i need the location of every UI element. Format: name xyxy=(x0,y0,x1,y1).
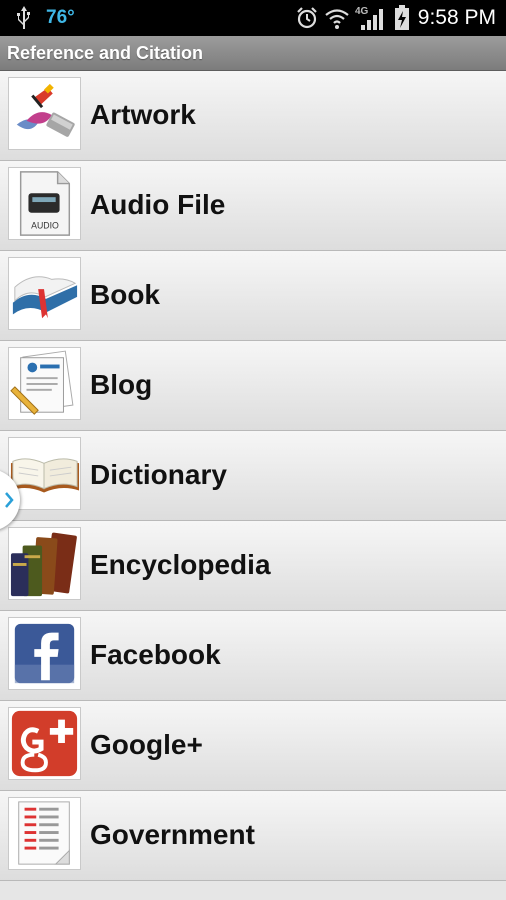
list-item-label: Government xyxy=(90,819,255,850)
list-item-label: Audio File xyxy=(90,189,226,220)
signal-4g-icon: 4G xyxy=(355,6,383,30)
status-left: 76° xyxy=(14,4,75,32)
encyclopedia-icon xyxy=(8,527,81,600)
list-item-book[interactable]: Book xyxy=(0,251,506,341)
blog-icon xyxy=(8,347,81,420)
list-item-encyclopedia[interactable]: Encyclopedia xyxy=(0,521,506,611)
government-icon xyxy=(8,797,81,870)
book-icon xyxy=(8,257,81,330)
list-item-government[interactable]: Government xyxy=(0,791,506,881)
svg-text:4G: 4G xyxy=(355,6,369,17)
audio-file-icon: AUDIO xyxy=(8,167,81,240)
google-plus-icon xyxy=(8,707,81,780)
list-item-dictionary[interactable]: Dictionary xyxy=(0,431,506,521)
temperature-text: 76° xyxy=(46,7,75,28)
chevron-right-icon xyxy=(5,492,14,508)
page-title: Reference and Citation xyxy=(7,43,204,63)
list-item-label: Dictionary xyxy=(90,459,227,490)
list-item-facebook[interactable]: Facebook xyxy=(0,611,506,701)
list-item-label: Facebook xyxy=(90,639,221,670)
status-bar: 76° 4G 9:58 PM xyxy=(0,0,506,36)
citation-type-list: Artwork AUDIO Audio File Book Blog Dicti… xyxy=(0,71,506,881)
list-item-label: Encyclopedia xyxy=(90,549,271,580)
list-item-blog[interactable]: Blog xyxy=(0,341,506,431)
title-bar: Reference and Citation xyxy=(0,36,506,71)
artwork-icon xyxy=(8,77,81,150)
list-item-google-plus[interactable]: Google+ xyxy=(0,701,506,791)
list-item-artwork[interactable]: Artwork xyxy=(0,71,506,161)
alarm-icon xyxy=(297,7,317,29)
list-item-label: Blog xyxy=(90,369,153,400)
usb-icon xyxy=(17,6,30,29)
list-item-label: Book xyxy=(90,279,160,310)
status-right: 4G 9:58 PM xyxy=(290,4,496,32)
battery-charging-icon xyxy=(394,5,409,30)
wifi-icon xyxy=(325,9,349,29)
clock-text: 9:58 PM xyxy=(417,6,496,29)
list-item-label: Google+ xyxy=(90,729,203,760)
audio-icon-text: AUDIO xyxy=(31,220,59,230)
facebook-icon xyxy=(8,617,81,690)
list-item-label: Artwork xyxy=(90,99,196,130)
list-item-audio-file[interactable]: AUDIO Audio File xyxy=(0,161,506,251)
